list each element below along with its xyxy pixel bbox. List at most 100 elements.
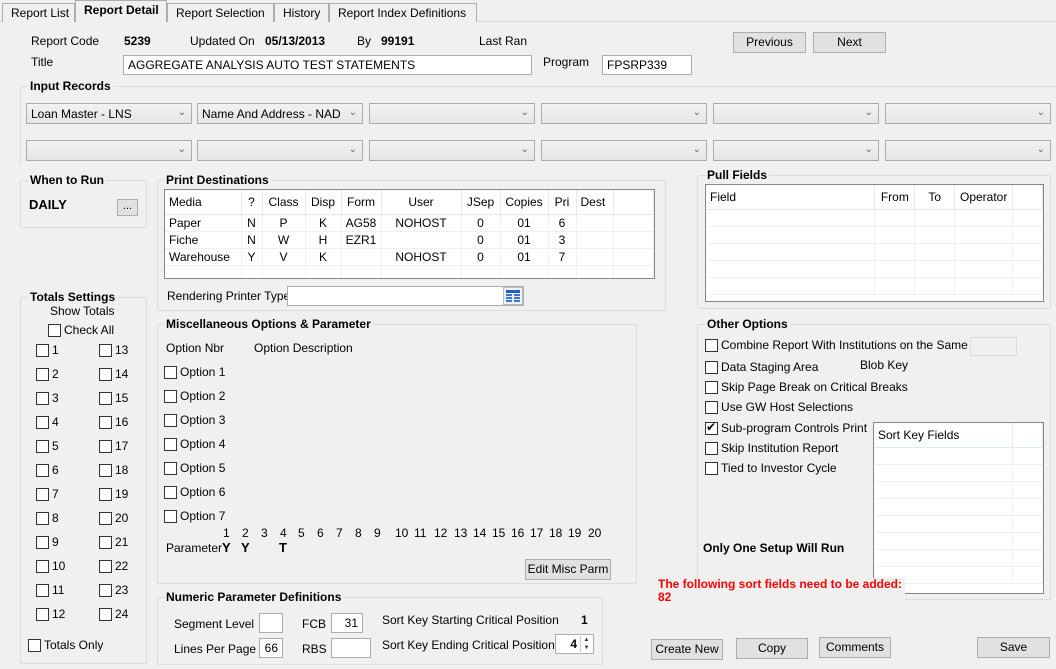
other-option-checkbox[interactable]: Use GW Host Selections: [705, 400, 853, 414]
totals-checkbox[interactable]: 17: [99, 439, 128, 453]
input-record-select-11[interactable]: ⌄: [713, 140, 879, 161]
title-input[interactable]: AGGREGATE ANALYSIS AUTO TEST STATEMENTS: [123, 55, 532, 75]
column-header-form[interactable]: Form: [341, 190, 382, 215]
sort-key-fields-grid[interactable]: Sort Key Fields: [873, 422, 1044, 594]
other-option-checkbox[interactable]: Combine Report With Institutions on the …: [705, 338, 989, 352]
totals-checkbox[interactable]: 4: [36, 415, 59, 429]
copy-button[interactable]: Copy: [736, 638, 808, 659]
checkbox-box[interactable]: [36, 415, 49, 429]
table-row-empty[interactable]: [874, 447, 1043, 465]
checkbox-box[interactable]: [36, 463, 49, 477]
checkbox-box[interactable]: [36, 343, 49, 357]
print-destinations-grid[interactable]: Media ? Class Disp Form User JSep Copies…: [164, 189, 655, 279]
checkbox-box[interactable]: [705, 400, 718, 414]
table-row-empty[interactable]: [874, 464, 1043, 482]
totals-checkbox[interactable]: 11: [36, 583, 64, 597]
table-row-empty[interactable]: [706, 260, 1043, 278]
input-record-select-9[interactable]: ⌄: [369, 140, 535, 161]
combine-institutions-input[interactable]: [970, 337, 1017, 356]
column-header-flag[interactable]: ?: [241, 190, 263, 215]
sort-key-end-spinner[interactable]: 4 ▲ ▼: [555, 634, 594, 654]
edit-misc-parm-button[interactable]: Edit Misc Parm: [525, 559, 611, 580]
misc-option-checkbox[interactable]: Option 3: [164, 413, 225, 427]
checkbox-box[interactable]: [36, 367, 49, 381]
spinner-arrows[interactable]: ▲ ▼: [580, 636, 592, 652]
checkbox-box[interactable]: [705, 441, 718, 455]
table-row[interactable]: Paper N P K AG58 NOHOST 0 01 6: [165, 214, 654, 232]
column-header-to[interactable]: To: [914, 185, 956, 210]
rendering-printer-input[interactable]: [287, 286, 524, 306]
other-option-checkbox[interactable]: Sub-program Controls Print: [705, 420, 867, 435]
totals-checkbox[interactable]: 19: [99, 487, 128, 501]
misc-option-checkbox[interactable]: Option 1: [164, 365, 225, 379]
parameter-value[interactable]: Y: [222, 540, 231, 555]
column-header-class[interactable]: Class: [262, 190, 306, 215]
parameter-value[interactable]: T: [279, 540, 287, 555]
checkbox-box[interactable]: [164, 509, 177, 523]
table-row-empty[interactable]: [706, 243, 1043, 261]
other-option-checkbox[interactable]: Tied to Investor Cycle: [705, 461, 837, 475]
checkbox-box[interactable]: [705, 380, 718, 394]
table-row-empty[interactable]: [165, 265, 654, 278]
checkbox-box[interactable]: [99, 511, 112, 525]
totals-checkbox[interactable]: 22: [99, 559, 128, 573]
totals-only-checkbox[interactable]: Totals Only: [28, 638, 103, 652]
column-header-operator[interactable]: Operator: [954, 185, 1014, 210]
totals-checkbox[interactable]: 7: [36, 487, 59, 501]
checkbox-box[interactable]: [28, 638, 41, 652]
checkbox-box[interactable]: [705, 338, 718, 352]
checkbox-box[interactable]: [48, 323, 61, 337]
when-to-run-ellipsis-button[interactable]: ...: [117, 199, 138, 216]
checkbox-box[interactable]: [36, 439, 49, 453]
program-input[interactable]: FPSRP339: [602, 55, 692, 75]
checkbox-box[interactable]: [164, 485, 177, 499]
rbs-input[interactable]: [331, 638, 371, 658]
checkbox-box[interactable]: [99, 535, 112, 549]
table-row-empty[interactable]: [706, 277, 1043, 295]
totals-checkbox[interactable]: 3: [36, 391, 59, 405]
totals-checkbox[interactable]: 14: [99, 367, 128, 381]
segment-level-input[interactable]: [259, 613, 283, 633]
column-header-disp[interactable]: Disp: [305, 190, 342, 215]
checkbox-box[interactable]: [99, 607, 112, 621]
checkbox-box[interactable]: [36, 391, 49, 405]
totals-checkbox[interactable]: 24: [99, 607, 128, 621]
spinner-down-icon[interactable]: ▼: [581, 644, 592, 652]
misc-option-checkbox[interactable]: Option 7: [164, 509, 225, 523]
totals-checkbox[interactable]: 12: [36, 607, 65, 621]
totals-checkbox[interactable]: 23: [99, 583, 128, 597]
input-record-select-3[interactable]: ⌄: [369, 103, 535, 124]
column-header-jsep[interactable]: JSep: [461, 190, 501, 215]
input-record-select-5[interactable]: ⌄: [713, 103, 879, 124]
totals-checkbox[interactable]: 5: [36, 439, 59, 453]
checkbox-box[interactable]: [99, 583, 112, 597]
checkbox-box[interactable]: [164, 437, 177, 451]
totals-checkbox[interactable]: 15: [99, 391, 128, 405]
tab-report-selection[interactable]: Report Selection: [167, 3, 274, 22]
totals-checkbox[interactable]: 2: [36, 367, 59, 381]
tab-report-detail[interactable]: Report Detail: [75, 0, 167, 22]
checkbox-box[interactable]: [99, 487, 112, 501]
previous-button[interactable]: Previous: [733, 32, 806, 53]
input-record-select-4[interactable]: ⌄: [541, 103, 707, 124]
pull-fields-grid[interactable]: Field From To Operator: [705, 184, 1044, 302]
checkbox-box[interactable]: [36, 535, 49, 549]
column-header-sort-key-fields[interactable]: Sort Key Fields: [874, 423, 1014, 448]
totals-checkbox[interactable]: 1: [36, 343, 59, 357]
column-header-pri[interactable]: Pri: [548, 190, 577, 215]
table-row-empty[interactable]: [706, 209, 1043, 227]
table-row[interactable]: Fiche N W H EZR1 0 01 3: [165, 231, 654, 249]
checkbox-box[interactable]: [164, 389, 177, 403]
table-row-empty[interactable]: [874, 532, 1043, 550]
next-button[interactable]: Next: [813, 32, 886, 53]
input-record-select-6[interactable]: ⌄: [885, 103, 1051, 124]
save-button[interactable]: Save: [977, 637, 1050, 658]
input-record-select-8[interactable]: ⌄: [197, 140, 363, 161]
totals-checkbox[interactable]: 13: [99, 343, 128, 357]
column-header-user[interactable]: User: [381, 190, 462, 215]
fcb-input[interactable]: 31: [331, 613, 363, 633]
checkbox-box[interactable]: [99, 391, 112, 405]
totals-checkbox[interactable]: 6: [36, 463, 59, 477]
table-row-empty[interactable]: [874, 549, 1043, 567]
checkbox-box[interactable]: [705, 461, 718, 475]
